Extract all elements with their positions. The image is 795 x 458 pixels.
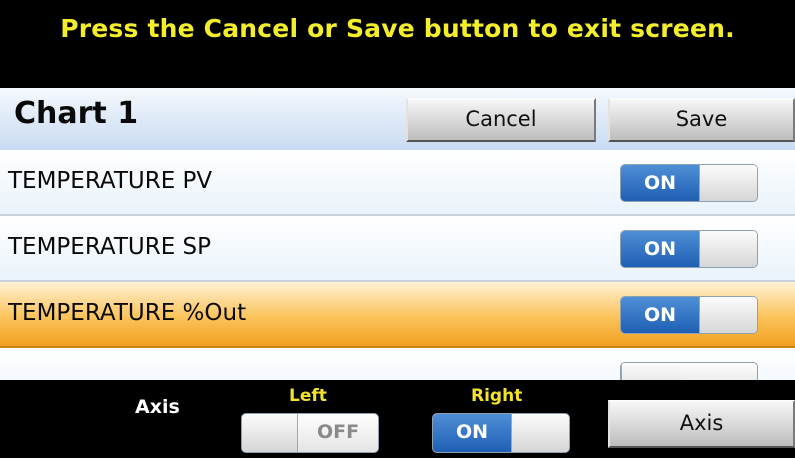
toggle-state: ON (621, 231, 699, 267)
right-axis-toggle[interactable]: ON (432, 413, 570, 453)
channel-toggle[interactable] (620, 362, 758, 380)
channel-row-partial[interactable] (0, 348, 795, 380)
axis-label: Axis (135, 396, 180, 418)
instruction-text: Press the Cancel or Save button to exit … (60, 14, 735, 43)
toggle-knob (699, 297, 757, 333)
channel-label: TEMPERATURE %Out (8, 300, 247, 326)
toggle-knob (242, 414, 298, 452)
toggle-knob (699, 165, 757, 201)
channel-toggle[interactable]: ON (620, 230, 758, 268)
axis-footer: Axis Left OFF Right ON Axis (0, 380, 795, 458)
toggle-knob (511, 414, 569, 452)
axis-button[interactable]: Axis (608, 400, 795, 448)
channel-list[interactable]: TEMPERATURE PV ON TEMPERATURE SP ON TEMP… (0, 150, 795, 380)
chart-title: Chart 1 (14, 96, 139, 131)
toggle-state: OFF (298, 414, 378, 452)
toggle-state: ON (621, 165, 699, 201)
toggle-state: ON (433, 414, 511, 452)
channel-row-temperature-sp[interactable]: TEMPERATURE SP ON (0, 216, 795, 282)
channel-label: TEMPERATURE PV (8, 168, 213, 194)
channel-row-temperature-out[interactable]: TEMPERATURE %Out ON (0, 282, 795, 348)
channel-row-temperature-pv[interactable]: TEMPERATURE PV ON (0, 150, 795, 216)
toggle-state: ON (621, 297, 699, 333)
channel-label: TEMPERATURE SP (8, 234, 212, 260)
save-button[interactable]: Save (608, 98, 795, 142)
left-axis-label: Left (289, 386, 327, 406)
left-axis-toggle[interactable]: OFF (241, 413, 379, 453)
right-axis-label: Right (471, 386, 523, 406)
channel-toggle[interactable]: ON (620, 164, 758, 202)
toggle-knob (699, 231, 757, 267)
chart-header: Chart 1 Cancel Save (0, 88, 795, 150)
channel-toggle[interactable]: ON (620, 296, 758, 334)
instruction-banner: Press the Cancel or Save button to exit … (0, 0, 795, 88)
cancel-button[interactable]: Cancel (406, 98, 596, 142)
toggle-knob (621, 363, 681, 380)
